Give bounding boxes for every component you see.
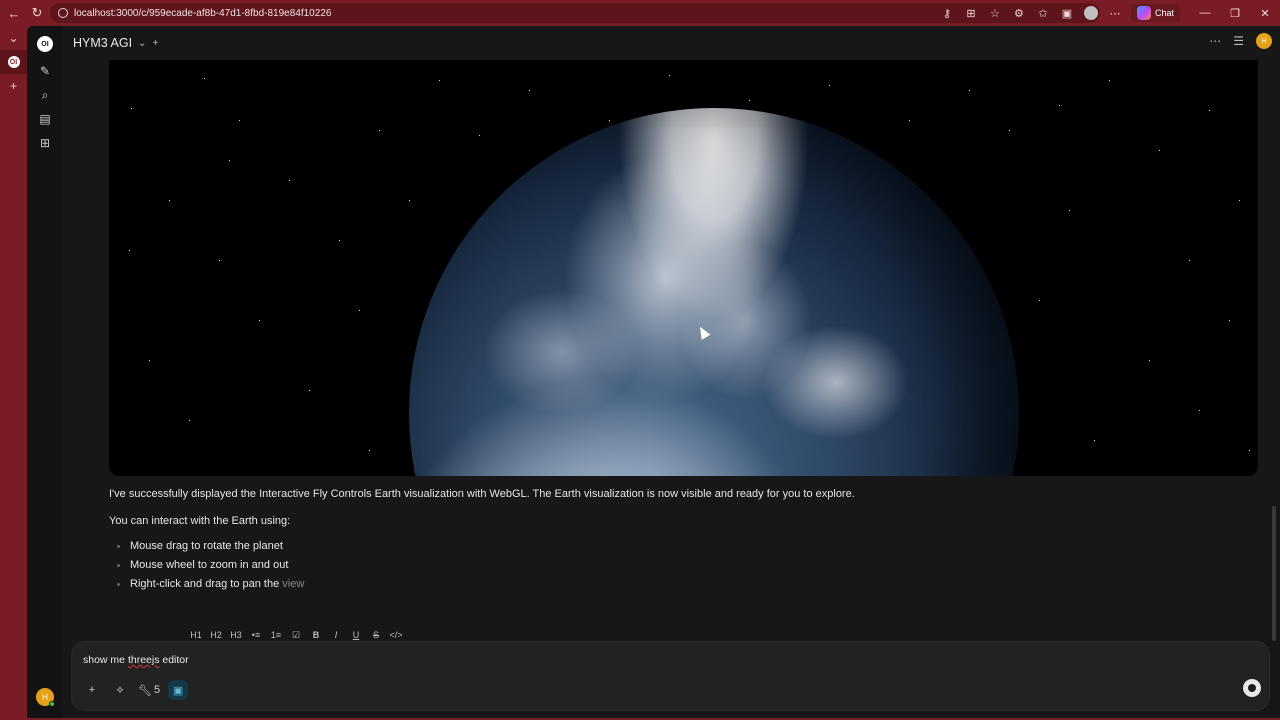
interaction-list: Mouse drag to rotate the planet Mouse wh…: [109, 537, 1209, 594]
key-icon[interactable]: ⚷: [939, 5, 955, 21]
message-input[interactable]: show me threejs editor: [83, 654, 189, 666]
tools-button[interactable]: 🔧︎ 5: [138, 680, 160, 700]
favorites-icon[interactable]: ✩: [1035, 5, 1051, 21]
browser-vertical-tabs: ⌄ OI +: [0, 26, 27, 720]
close-icon[interactable]: ✕: [1250, 7, 1280, 20]
model-selector[interactable]: HYM3 AGI ⌄ +: [73, 36, 158, 50]
app-logo[interactable]: OI: [37, 36, 53, 52]
streaming-text: view: [282, 578, 305, 590]
browser-titlebar: ← ↻ localhost:3000/c/959ecade-af8b-47d1-…: [0, 0, 1280, 26]
workspace-icon[interactable]: ⊞: [38, 136, 52, 150]
integrations-icon[interactable]: ⟡: [110, 680, 130, 700]
restore-icon[interactable]: ❐: [1220, 7, 1250, 20]
copilot-chat-button[interactable]: Chat: [1130, 4, 1180, 22]
profile-icon[interactable]: [1083, 5, 1099, 21]
extension-icon[interactable]: ⊞: [963, 5, 979, 21]
more-icon[interactable]: ⋯: [1209, 34, 1221, 48]
info-icon[interactable]: [58, 8, 68, 18]
extension-icon[interactable]: ⚙: [1011, 5, 1027, 21]
sidebar-rail: OI ✎ ⌕ ▤ ⊞ H: [27, 26, 63, 718]
refresh-icon[interactable]: ↻: [29, 5, 45, 21]
avatar-initial: H: [42, 692, 48, 702]
new-chat-icon[interactable]: ✎: [38, 64, 52, 78]
input-text-prefix: show me: [83, 654, 128, 666]
stop-icon[interactable]: [1243, 679, 1261, 697]
star-icon[interactable]: ☆: [987, 5, 1003, 21]
composer-tools: + ⟡ 🔧︎ 5 ▣: [82, 680, 189, 700]
copilot-icon: [1136, 6, 1151, 20]
list-item-text: Right-click and drag to pan the: [130, 578, 280, 590]
chat-header: HYM3 AGI ⌄ + ⋯ ☰ H: [63, 26, 1280, 60]
list-item: Mouse wheel to zoom in and out: [109, 556, 1209, 575]
message-composer[interactable]: show me threejs editor + ⟡ 🔧︎ 5 ▣: [71, 641, 1270, 711]
collections-icon[interactable]: ▣: [1059, 5, 1075, 21]
earth-globe[interactable]: [409, 108, 1019, 476]
avatar[interactable]: H: [36, 688, 55, 707]
earth-visualization[interactable]: [109, 60, 1258, 476]
url-text: localhost:3000/c/959ecade-af8b-47d1-8fbd…: [74, 7, 332, 19]
input-text-misspelled: threejs: [127, 654, 160, 666]
wrench-icon: 🔧︎: [138, 684, 152, 697]
model-name: HYM3 AGI: [73, 36, 133, 50]
code-interpreter-icon[interactable]: ▣: [168, 680, 189, 700]
more-icon[interactable]: ⋯: [1107, 5, 1123, 21]
open-webui-app: OI ✎ ⌕ ▤ ⊞ H HYM3 AGI ⌄ + ⋯ ☰ H I've suc…: [27, 26, 1280, 718]
back-icon[interactable]: ←: [6, 5, 22, 21]
tools-count: 5: [153, 684, 161, 696]
message-intro: I've successfully displayed the Interact…: [109, 488, 855, 500]
chat-label: Chat: [1154, 8, 1174, 18]
message-heading: You can interact with the Earth using:: [109, 515, 291, 527]
tab-favicon: OI: [7, 56, 20, 68]
search-icon[interactable]: ⌕: [38, 88, 52, 102]
assistant-message: I've successfully displayed the Interact…: [109, 487, 1209, 594]
input-text-suffix: editor: [159, 654, 189, 666]
avatar[interactable]: H: [1256, 33, 1272, 49]
new-tab-icon[interactable]: +: [0, 74, 27, 98]
scrollbar[interactable]: [1272, 506, 1276, 641]
add-model-icon[interactable]: +: [152, 38, 158, 49]
plus-icon[interactable]: +: [82, 680, 102, 700]
list-item: Mouse drag to rotate the planet: [109, 537, 1209, 556]
browser-tab-active[interactable]: OI: [0, 50, 27, 74]
chevron-down-icon[interactable]: ⌄: [138, 38, 146, 49]
online-status-dot: [49, 701, 55, 707]
minimize-icon[interactable]: —: [1190, 7, 1220, 19]
list-item: Right-click and drag to pan the view: [109, 575, 1209, 594]
notes-icon[interactable]: ▤: [38, 112, 52, 126]
settings-icon[interactable]: ☰: [1233, 34, 1244, 48]
chevron-down-icon[interactable]: ⌄: [0, 26, 27, 50]
